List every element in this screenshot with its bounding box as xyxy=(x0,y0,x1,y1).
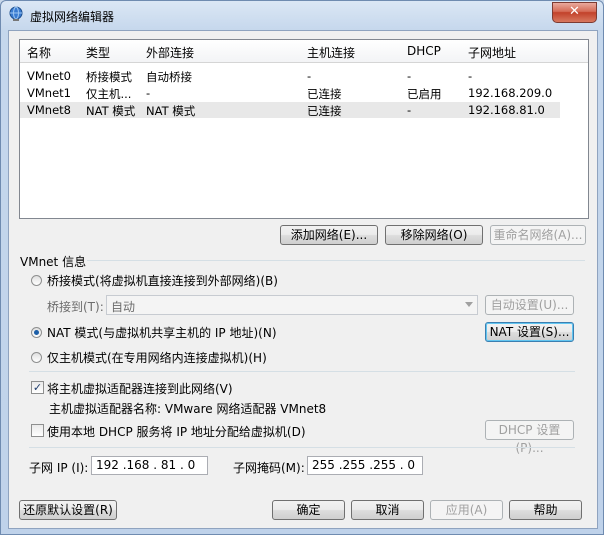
cell-external: 自动桥接 xyxy=(146,70,192,84)
apply-button[interactable]: 应用(A) xyxy=(430,500,503,520)
cell-host: 已连接 xyxy=(307,87,342,101)
cell-dhcp: - xyxy=(407,69,412,83)
cell-subnet: 192.168.81.0 xyxy=(468,103,545,117)
nat-mode-label[interactable]: NAT 模式(与虚拟机共享主机的 IP 地址)(N) xyxy=(47,324,277,341)
section-divider xyxy=(29,447,575,448)
cell-name: VMnet0 xyxy=(27,69,71,83)
cell-host: 已连接 xyxy=(307,104,342,118)
host-only-mode-radio[interactable] xyxy=(31,352,42,363)
vmnet-info-group-title: VMnet 信息 xyxy=(20,255,87,269)
bridge-to-select[interactable]: 自动 xyxy=(106,295,478,315)
bridge-to-value: 自动 xyxy=(111,300,136,314)
table-row-selected[interactable]: VMnet8 NAT 模式 NAT 模式 已连接 - 192.168.81.0 xyxy=(20,102,560,118)
nat-mode-radio[interactable] xyxy=(31,327,42,338)
dhcp-settings-button[interactable]: DHCP 设置(P)... xyxy=(485,420,574,455)
group-divider xyxy=(87,260,585,261)
dialog-client-area: 名称 类型 外部连接 主机连接 DHCP 子网地址 VMnet0 桥接模式 自动… xyxy=(8,30,598,529)
chevron-down-icon xyxy=(465,302,473,307)
cell-host: - xyxy=(307,69,312,83)
bridge-to-label: 桥接到(T): xyxy=(47,300,104,314)
section-divider xyxy=(29,371,575,372)
column-header-host[interactable]: 主机连接 xyxy=(307,44,355,61)
auto-settings-button[interactable]: 自动设置(U)... xyxy=(485,295,574,315)
network-globe-icon xyxy=(9,6,23,21)
cell-dhcp: - xyxy=(407,103,412,117)
subnet-mask-input[interactable]: 255 .255 .255 . 0 xyxy=(307,456,423,475)
column-header-name[interactable]: 名称 xyxy=(27,44,51,61)
restore-defaults-button[interactable]: 还原默认设置(R) xyxy=(19,500,117,520)
window-title: 虚拟网络编辑器 xyxy=(30,10,115,24)
dhcp-label[interactable]: 使用本地 DHCP 服务将 IP 地址分配给虚拟机(D) xyxy=(47,423,306,440)
virtual-network-editor-window: 虚拟网络编辑器 ✕ 名称 类型 外部连接 主机连接 DHCP 子网地址 VMne… xyxy=(0,0,604,535)
cell-type: NAT 模式 xyxy=(86,104,136,118)
column-header-dhcp[interactable]: DHCP xyxy=(407,44,441,58)
bridge-mode-radio[interactable] xyxy=(31,275,42,286)
column-header-external[interactable]: 外部连接 xyxy=(146,44,194,61)
cell-external: - xyxy=(146,86,151,100)
title-bar[interactable]: 虚拟网络编辑器 ✕ xyxy=(1,1,603,29)
subnet-ip-label: 子网 IP (I): xyxy=(29,461,89,475)
cancel-button[interactable]: 取消 xyxy=(351,500,424,520)
table-row[interactable]: VMnet0 桥接模式 自动桥接 - - - xyxy=(20,68,560,84)
cell-subnet: 192.168.209.0 xyxy=(468,86,553,100)
connect-adapter-label[interactable]: 将主机虚拟适配器连接到此网络(V) xyxy=(47,380,233,397)
rename-network-button[interactable]: 重命名网络(A)... xyxy=(490,225,586,245)
network-list-header: 名称 类型 外部连接 主机连接 DHCP 子网地址 xyxy=(20,40,588,63)
cell-external: NAT 模式 xyxy=(146,104,196,118)
cell-type: 桥接模式 xyxy=(86,70,132,84)
connect-adapter-checkbox[interactable]: ✓ xyxy=(31,381,44,394)
nat-settings-button[interactable]: NAT 设置(S)... xyxy=(485,322,574,342)
column-header-type[interactable]: 类型 xyxy=(86,44,110,61)
cell-name: VMnet1 xyxy=(27,86,71,100)
add-network-button[interactable]: 添加网络(E)... xyxy=(280,225,378,245)
remove-network-button[interactable]: 移除网络(O) xyxy=(385,225,483,245)
network-list[interactable]: 名称 类型 外部连接 主机连接 DHCP 子网地址 VMnet0 桥接模式 自动… xyxy=(19,39,589,219)
host-only-mode-label[interactable]: 仅主机模式(在专用网络内连接虚拟机)(H) xyxy=(47,349,267,366)
column-header-subnet[interactable]: 子网地址 xyxy=(468,44,516,61)
table-row[interactable]: VMnet1 仅主机... - 已连接 已启用 192.168.209.0 xyxy=(20,85,560,101)
bridge-mode-label[interactable]: 桥接模式(将虚拟机直接连接到外部网络)(B) xyxy=(47,272,278,289)
cell-dhcp: 已启用 xyxy=(407,87,442,101)
ok-button[interactable]: 确定 xyxy=(272,500,345,520)
adapter-name-text: 主机虚拟适配器名称: VMware 网络适配器 VMnet8 xyxy=(49,402,327,416)
close-button[interactable]: ✕ xyxy=(552,2,597,23)
dhcp-checkbox[interactable] xyxy=(31,424,44,437)
cell-type: 仅主机... xyxy=(86,87,132,101)
subnet-ip-input[interactable]: 192 .168 . 81 . 0 xyxy=(91,456,208,475)
cell-subnet: - xyxy=(468,69,473,83)
help-button[interactable]: 帮助 xyxy=(509,500,582,520)
cell-name: VMnet8 xyxy=(27,103,71,117)
subnet-mask-label: 子网掩码(M): xyxy=(233,461,305,475)
